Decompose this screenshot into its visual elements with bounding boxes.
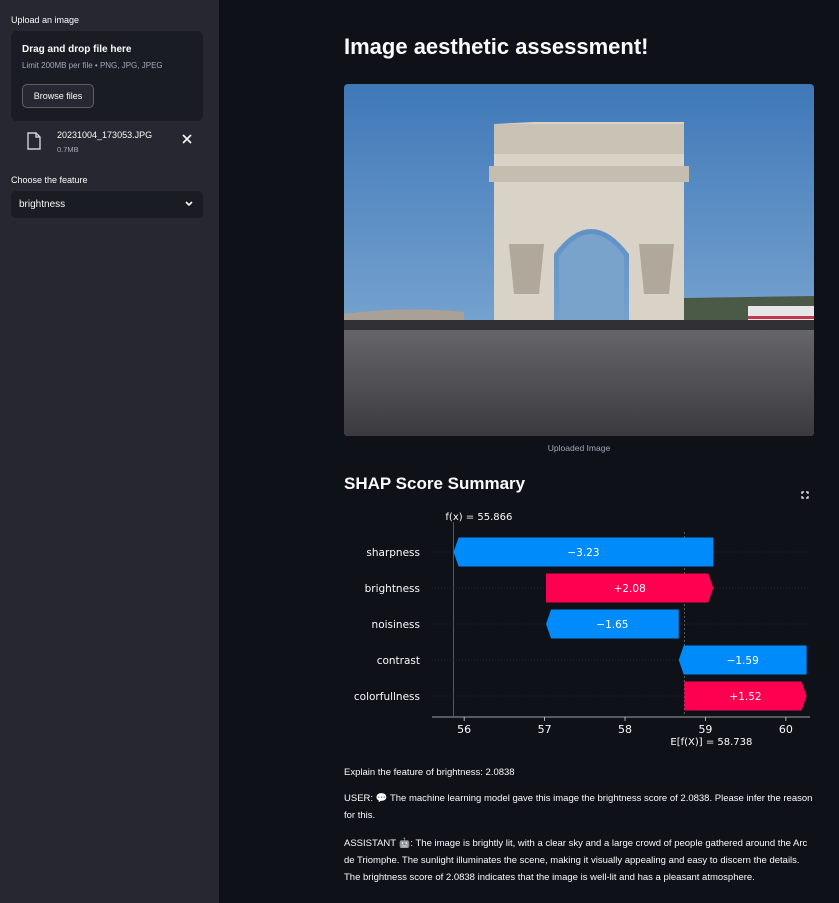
- shap-title: SHAP Score Summary: [344, 474, 526, 493]
- browse-files-button[interactable]: Browse files: [22, 84, 94, 108]
- bar-value-label: −1.59: [727, 655, 759, 667]
- file-name: 20231004_173053.JPG: [57, 130, 153, 140]
- shap-waterfall-chart: f(x) = 55.866 sharpness −3.23 brightness +2.…: [354, 512, 810, 748]
- chevron-down-icon: [185, 201, 193, 207]
- fullscreen-icon[interactable]: [800, 490, 810, 500]
- feature-label: sharpness: [366, 547, 420, 559]
- x-tick-label: 56: [457, 723, 471, 736]
- x-tick-label: 59: [698, 723, 712, 736]
- file-size: 0.7MB: [57, 145, 79, 154]
- uploaded-image: [344, 84, 814, 436]
- page-title: Image aesthetic assessment!: [344, 34, 649, 59]
- fx-label: f(x) = 55.866: [445, 512, 512, 523]
- image-caption: Uploaded Image: [547, 443, 611, 453]
- feature-label: noisiness: [372, 619, 420, 631]
- feature-label: Choose the feature: [11, 175, 88, 185]
- efx-label: E[f(X)] = 58.738: [670, 737, 752, 748]
- main-content: Image aesthetic assessment! Uploaded Ima…: [219, 0, 839, 903]
- bar-value-label: +2.08: [614, 583, 646, 595]
- sidebar: Upload an image Drag and drop file here …: [0, 0, 219, 903]
- feature-label: colorfullness: [354, 691, 420, 703]
- bar-value-label: +1.52: [729, 691, 761, 703]
- x-tick-label: 60: [779, 723, 793, 736]
- x-tick-label: 57: [538, 723, 552, 736]
- uploaded-file: 20231004_173053.JPG 0.7MB: [11, 128, 203, 158]
- bar-value-label: −1.65: [596, 619, 628, 631]
- feature-select-value: brightness: [19, 199, 66, 210]
- feature-label: contrast: [377, 655, 420, 667]
- file-dropzone[interactable]: Drag and drop file here Limit 200MB per …: [11, 31, 203, 121]
- file-icon: [27, 132, 41, 150]
- assistant-message: ASSISTANT 🤖: The image is brightly lit, …: [344, 838, 808, 883]
- dropzone-limit: Limit 200MB per file • PNG, JPG, JPEG: [22, 61, 163, 70]
- x-tick-label: 58: [618, 723, 632, 736]
- bar-value-label: −3.23: [567, 547, 599, 559]
- dropzone-title: Drag and drop file here: [22, 44, 132, 55]
- user-message: USER: 💬 The machine learning model gave …: [344, 793, 813, 821]
- upload-label: Upload an image: [11, 15, 80, 25]
- close-icon[interactable]: [181, 133, 193, 145]
- feature-select[interactable]: brightness: [11, 191, 203, 218]
- feature-label: brightness: [365, 583, 420, 595]
- explain-line: Explain the feature of brightness: 2.083…: [344, 767, 515, 778]
